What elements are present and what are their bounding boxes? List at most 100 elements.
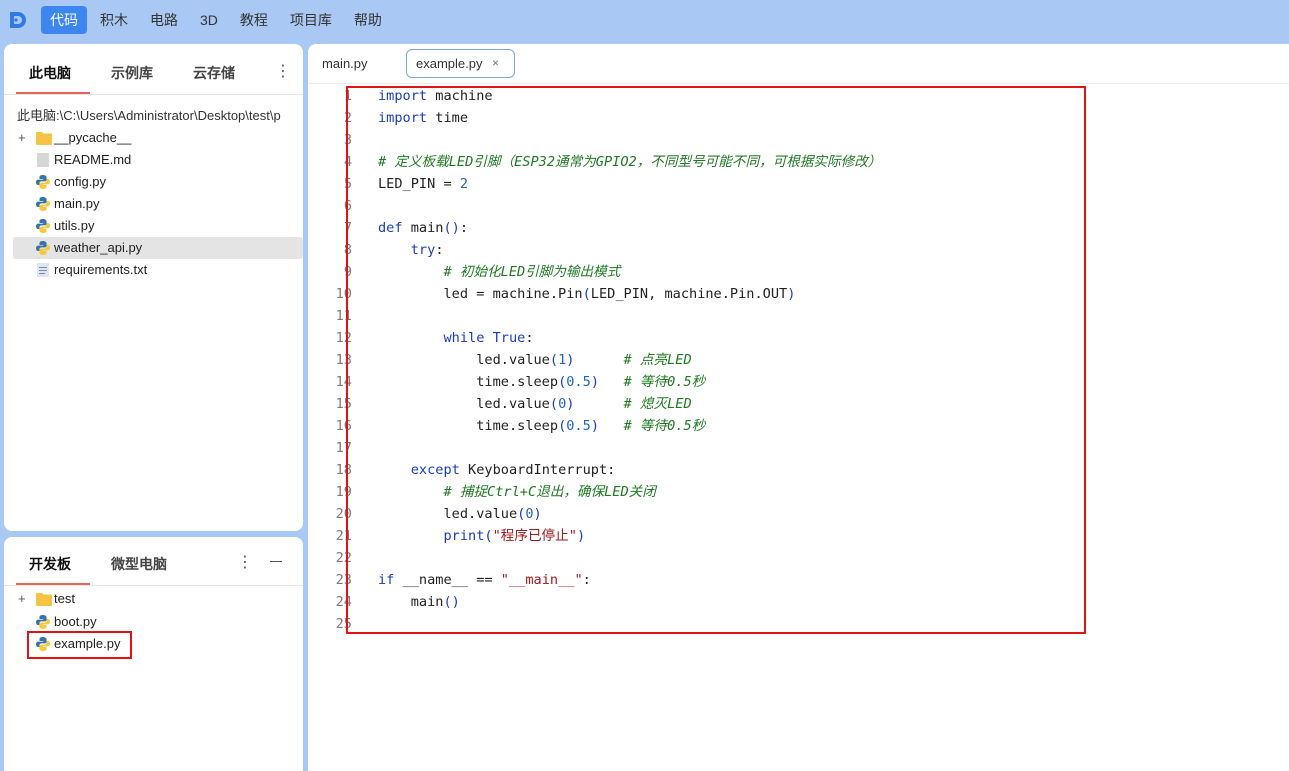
code-line[interactable]: 16 time.sleep(0.5) # 等待0.5秒	[308, 415, 1289, 437]
code-line[interactable]: 10 led = machine.Pin(LED_PIN, machine.Pi…	[308, 283, 1289, 305]
line-number: 23	[335, 572, 352, 588]
tab-cloud-storage[interactable]: 云存储	[193, 63, 235, 83]
code-text: main()	[378, 594, 460, 610]
tab-micro-computer[interactable]: 微型电脑	[111, 554, 167, 574]
line-number: 2	[343, 110, 352, 126]
tree-item-label: weather_api.py	[54, 240, 143, 255]
tab-dev-board[interactable]: 开发板	[29, 554, 71, 574]
code-line[interactable]: 23 if __name__ == "__main__":	[308, 569, 1289, 591]
code-line[interactable]: 11	[308, 305, 1289, 327]
code-text: import time	[378, 110, 469, 126]
code-line[interactable]: 6	[308, 195, 1289, 217]
code-text: def main():	[378, 220, 469, 236]
menu-item-help[interactable]: 帮助	[345, 6, 391, 34]
code-line[interactable]: 5 LED_PIN = 2	[308, 173, 1289, 195]
active-tab-underline	[16, 583, 90, 585]
menu-item-projects[interactable]: 项目库	[281, 6, 341, 34]
tree-item-file[interactable]: utils.py	[13, 215, 303, 237]
code-text: led = machine.Pin(LED_PIN, machine.Pin.O…	[378, 286, 796, 302]
line-number: 13	[335, 352, 352, 368]
code-line[interactable]: 22	[308, 547, 1289, 569]
line-number: 18	[335, 462, 352, 478]
top-nav: 代码 积木 电路 3D 教程 项目库 帮助	[0, 0, 1289, 42]
code-line[interactable]: 4 # 定义板载LED引脚（ESP32通常为GPIO2，不同型号可能不同，可根据实…	[308, 151, 1289, 173]
editor-tabs: main.py example.py ×	[308, 44, 1289, 84]
line-number: 15	[335, 396, 352, 412]
code-line[interactable]: 9 # 初始化LED引脚为输出模式	[308, 261, 1289, 283]
code-text: # 捕捉Ctrl+C退出，确保LED关闭	[443, 484, 656, 500]
tree-item-file[interactable]: config.py	[13, 171, 303, 193]
tab-main-py[interactable]: main.py	[322, 56, 368, 71]
main-menu: 代码 积木 电路 3D 教程 项目库 帮助	[41, 6, 395, 34]
tab-example-py[interactable]: example.py ×	[406, 49, 515, 78]
code-line[interactable]: 15 led.value(0) # 熄灭LED	[308, 393, 1289, 415]
code-text: time.sleep(0.5) # 等待0.5秒	[378, 418, 706, 434]
board-files-panel: 开发板 微型电脑 ⋮ + test boot.py example.py	[4, 537, 303, 771]
menu-item-blocks[interactable]: 积木	[91, 6, 137, 34]
line-number: 17	[335, 440, 352, 456]
code-line[interactable]: 19 # 捕捉Ctrl+C退出，确保LED关闭	[308, 481, 1289, 503]
tree-item-folder[interactable]: + __pycache__	[13, 127, 303, 149]
tab-this-computer[interactable]: 此电脑	[29, 63, 71, 83]
tree-item-file[interactable]: boot.py	[13, 611, 303, 633]
code-line[interactable]: 25	[308, 613, 1289, 635]
menu-item-3d[interactable]: 3D	[191, 6, 227, 34]
code-line[interactable]: 12 while True:	[308, 327, 1289, 349]
tree-item-file[interactable]: README.md	[13, 149, 303, 171]
line-number: 3	[343, 132, 352, 148]
tree-item-label: utils.py	[54, 218, 95, 233]
code-line[interactable]: 13 led.value(1) # 点亮LED	[308, 349, 1289, 371]
line-number: 11	[335, 308, 352, 324]
code-line[interactable]: 18 except KeyboardInterrupt:	[308, 459, 1289, 481]
code-line[interactable]: 2 import time	[308, 107, 1289, 129]
code-line[interactable]: 1 import machine	[308, 85, 1289, 107]
tree-item-label: test	[54, 591, 75, 606]
code-line[interactable]: 17	[308, 437, 1289, 459]
close-icon[interactable]: ×	[492, 56, 499, 70]
code-line[interactable]: 3	[308, 129, 1289, 151]
line-number: 22	[335, 550, 352, 566]
menu-item-circuit[interactable]: 电路	[141, 6, 187, 34]
more-options-icon[interactable]: ⋮	[237, 552, 253, 572]
code-text: led.value(0) # 熄灭LED	[378, 396, 692, 412]
expand-icon[interactable]: +	[18, 588, 26, 610]
line-number: 1	[343, 88, 352, 104]
minimize-icon[interactable]	[270, 561, 282, 562]
expand-icon[interactable]: +	[18, 127, 26, 149]
python-icon	[36, 175, 50, 189]
folder-icon	[36, 131, 52, 145]
python-icon	[36, 241, 50, 255]
python-icon	[36, 637, 50, 651]
python-icon	[36, 219, 50, 233]
menu-item-code[interactable]: 代码	[41, 6, 87, 34]
code-line[interactable]: 8 try:	[308, 239, 1289, 261]
code-line[interactable]: 24 main()	[308, 591, 1289, 613]
tree-item-label: main.py	[54, 196, 100, 211]
line-number: 10	[335, 286, 352, 302]
line-number: 8	[343, 242, 352, 258]
text-file-icon	[36, 263, 50, 277]
board-panel-tabs: 开发板 微型电脑 ⋮	[4, 537, 303, 586]
code-text: try:	[410, 242, 444, 258]
app-logo-icon[interactable]	[8, 10, 28, 30]
line-number: 20	[335, 506, 352, 522]
tree-item-file[interactable]: requirements.txt	[13, 259, 303, 281]
code-line[interactable]: 14 time.sleep(0.5) # 等待0.5秒	[308, 371, 1289, 393]
tree-item-file[interactable]: main.py	[13, 193, 303, 215]
code-line[interactable]: 7 def main():	[308, 217, 1289, 239]
tree-item-file[interactable]: example.py	[13, 633, 303, 655]
more-options-icon[interactable]: ⋮	[275, 61, 291, 81]
tab-examples[interactable]: 示例库	[111, 63, 153, 83]
line-number: 24	[335, 594, 352, 610]
tree-item-label: example.py	[54, 636, 121, 651]
tree-item-file-selected[interactable]: weather_api.py	[13, 237, 303, 259]
active-tab-underline	[16, 92, 90, 94]
line-number: 14	[335, 374, 352, 390]
tree-item-label: requirements.txt	[54, 262, 148, 277]
code-text: # 定义板载LED引脚（ESP32通常为GPIO2，不同型号可能不同，可根据实际…	[378, 154, 882, 170]
code-line[interactable]: 20 led.value(0)	[308, 503, 1289, 525]
tree-item-label: README.md	[54, 152, 132, 167]
menu-item-tutorial[interactable]: 教程	[231, 6, 277, 34]
code-line[interactable]: 21 print("程序已停止")	[308, 525, 1289, 547]
tree-item-folder[interactable]: + test	[13, 588, 303, 610]
